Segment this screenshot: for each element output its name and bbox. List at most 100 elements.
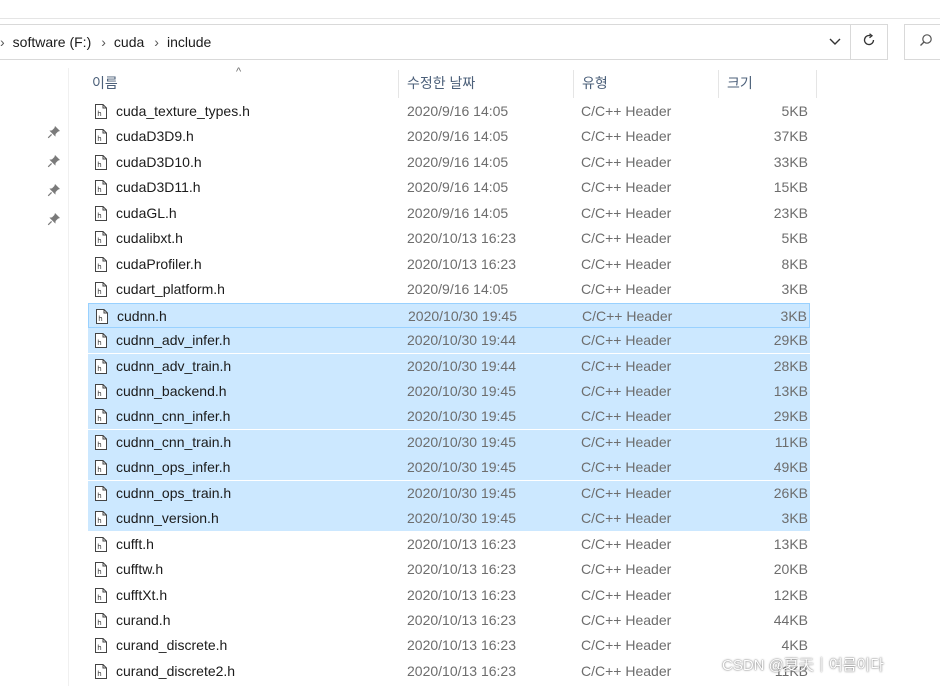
file-name[interactable]: cufft.h (116, 532, 154, 557)
header-file-icon: h (95, 485, 107, 501)
file-size: 20KB (773, 561, 808, 578)
file-size: 44KB (773, 612, 808, 628)
file-row[interactable]: h cudaProfiler.h 2020/10/13 16:23 C/C++ Hea… (88, 252, 810, 277)
file-size: 5KB (781, 230, 808, 247)
column-header-type[interactable]: 유형 (574, 68, 718, 98)
file-row[interactable]: h cudaGL.h 2020/9/16 14:05 C/C++ Header 23KB (88, 201, 810, 226)
file-name[interactable]: cuda_texture_types.h (116, 99, 250, 124)
file-name[interactable]: cudaD3D10.h (116, 150, 202, 175)
file-row[interactable]: h cudnn_adv_infer.h 2020/10/30 19:44 C/C++ … (88, 328, 810, 354)
file-name[interactable]: cudnn_ops_infer.h (116, 455, 230, 480)
file-row[interactable]: h cudart_platform.h 2020/9/16 14:05 C/C++ H… (88, 277, 810, 302)
file-row[interactable]: h cufft.h 2020/10/13 16:23 C/C++ Header 13KB (88, 532, 810, 557)
file-name[interactable]: cudnn_cnn_infer.h (116, 404, 230, 429)
file-row[interactable]: h cudnn_cnn_train.h 2020/10/30 19:45 C/C++ … (88, 429, 810, 455)
file-size: 13KB (773, 382, 808, 399)
file-type: C/C++ Header (581, 459, 672, 476)
pin-icon[interactable] (47, 125, 61, 139)
header-file-icon: h (95, 587, 107, 603)
refresh-button[interactable] (850, 24, 888, 60)
file-row[interactable]: h cuda_texture_types.h 2020/9/16 14:05 C/C+… (88, 99, 810, 124)
header-file-icon: h (95, 282, 107, 298)
column-header-date[interactable]: 수정한 날짜 (399, 68, 573, 98)
breadcrumb-chevron-icon[interactable]: › (0, 34, 5, 50)
svg-text:h: h (97, 517, 101, 525)
file-name[interactable]: cudnn_cnn_train.h (116, 430, 231, 455)
file-name[interactable]: cudnn_adv_train.h (116, 354, 231, 379)
breadcrumb-item-cuda[interactable]: cuda (114, 34, 144, 50)
file-type: C/C++ Header (581, 382, 672, 399)
file-type: C/C++ Header (581, 103, 672, 119)
file-row[interactable]: h cudnn_backend.h 2020/10/30 19:45 C/C++ He… (88, 378, 810, 404)
file-row[interactable]: h cudnn_version.h 2020/10/30 19:45 C/C++ He… (88, 506, 810, 532)
file-row[interactable]: h cudnn_ops_infer.h 2020/10/30 19:45 C/C++ … (88, 455, 810, 481)
file-name[interactable]: cudnn_version.h (116, 506, 219, 531)
header-file-icon: h (95, 154, 107, 170)
column-divider[interactable] (816, 70, 817, 98)
svg-text:h: h (98, 315, 102, 323)
file-row[interactable]: h curand.h 2020/10/13 16:23 C/C++ Header 44K… (88, 608, 810, 633)
file-name[interactable]: cudnn_backend.h (116, 379, 227, 404)
file-name[interactable]: cufftw.h (116, 557, 163, 582)
column-header-size[interactable]: 크기 (719, 68, 816, 98)
file-type: C/C++ Header (581, 153, 672, 170)
file-date: 2020/10/30 19:45 (407, 459, 516, 476)
address-bar[interactable]: › software (F:) › cuda › include (0, 24, 880, 60)
file-name[interactable]: cudalibxt.h (116, 226, 183, 251)
file-date: 2020/9/16 14:05 (407, 281, 509, 298)
breadcrumb-item-drive[interactable]: software (F:) (13, 34, 92, 50)
breadcrumb-chevron-icon[interactable]: › (101, 34, 106, 50)
breadcrumb-chevron-icon[interactable]: › (154, 34, 159, 50)
svg-text:h: h (97, 644, 101, 652)
file-date: 2020/10/30 19:44 (407, 332, 516, 349)
file-type: C/C++ Header (581, 510, 672, 527)
file-size: 28KB (773, 357, 808, 374)
file-name[interactable]: cudaProfiler.h (116, 252, 202, 277)
search-input[interactable] (904, 24, 940, 60)
pin-icon[interactable] (47, 154, 61, 168)
chevron-down-icon[interactable] (825, 33, 845, 51)
file-row[interactable]: h curand_discrete2.h 2020/10/13 16:23 C/C++… (88, 659, 810, 684)
svg-text:h: h (97, 670, 101, 678)
pin-icon[interactable] (47, 183, 61, 197)
file-name[interactable]: cudart_platform.h (116, 277, 225, 302)
file-size: 12KB (773, 586, 808, 603)
file-row[interactable]: h curand_discrete.h 2020/10/13 16:23 C/C++ … (88, 633, 810, 658)
file-name[interactable]: curand_discrete.h (116, 633, 227, 658)
file-name[interactable]: cudnn.h (117, 304, 167, 329)
breadcrumb-item-include[interactable]: include (167, 34, 211, 50)
file-date: 2020/9/16 14:05 (407, 103, 509, 119)
file-name[interactable]: cudnn_adv_infer.h (116, 328, 230, 353)
svg-text:h: h (97, 263, 101, 271)
file-name[interactable]: cudaD3D9.h (116, 124, 194, 149)
file-size: 11KB (774, 433, 808, 450)
file-name[interactable]: curand_discrete2.h (116, 659, 235, 684)
svg-text:h: h (97, 212, 101, 220)
pin-icon[interactable] (47, 212, 61, 226)
file-row[interactable]: h cudnn_cnn_infer.h 2020/10/30 19:45 C/C++ … (88, 404, 810, 430)
file-row[interactable]: h cudnn.h 2020/10/30 19:45 C/C++ Header 3KB (88, 302, 810, 329)
file-size: 29KB (773, 408, 808, 425)
file-name[interactable]: cufftXt.h (116, 583, 167, 608)
column-header-name[interactable]: 이름 (84, 68, 398, 98)
file-date: 2020/9/16 14:05 (407, 204, 509, 221)
file-row[interactable]: h cudaD3D11.h 2020/9/16 14:05 C/C++ Header 1… (88, 175, 810, 200)
svg-text:h: h (97, 568, 101, 576)
svg-text:h: h (97, 441, 101, 449)
file-row[interactable]: h cudalibxt.h 2020/10/13 16:23 C/C++ Header… (88, 226, 810, 251)
file-row[interactable]: h cudnn_ops_train.h 2020/10/30 19:45 C/C++ … (88, 480, 810, 506)
file-row[interactable]: h cudaD3D9.h 2020/9/16 14:05 C/C++ Header 37… (88, 124, 810, 149)
svg-text:h: h (97, 594, 101, 602)
file-row[interactable]: h cudaD3D10.h 2020/9/16 14:05 C/C++ Header 3… (88, 150, 810, 175)
file-name[interactable]: cudaD3D11.h (116, 175, 201, 200)
file-name[interactable]: cudaGL.h (116, 201, 177, 226)
file-name[interactable]: cudnn_ops_train.h (116, 481, 231, 506)
svg-text:h: h (97, 466, 101, 474)
header-file-icon: h (95, 409, 107, 425)
file-type: C/C++ Header (581, 332, 672, 349)
file-name[interactable]: curand.h (116, 608, 170, 633)
file-row[interactable]: h cudnn_adv_train.h 2020/10/30 19:44 C/C++ … (88, 353, 810, 379)
file-row[interactable]: h cufftw.h 2020/10/13 16:23 C/C++ Header 20K… (88, 557, 810, 582)
file-row[interactable]: h cufftXt.h 2020/10/13 16:23 C/C++ Header 12… (88, 583, 810, 608)
file-size: 15KB (773, 179, 808, 196)
